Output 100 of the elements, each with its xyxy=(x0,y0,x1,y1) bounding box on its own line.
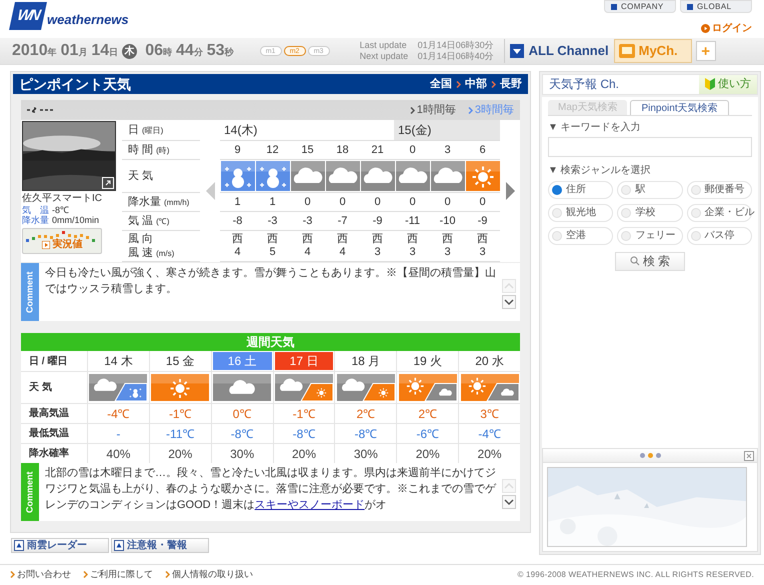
hour-cell-text: 15 xyxy=(300,142,315,158)
right-arrow-icon[interactable] xyxy=(506,182,514,200)
sidebar-title: 天気予報 Ch. xyxy=(549,76,620,94)
reading-label: 降水量 xyxy=(22,215,49,225)
high-cell: 3℃ xyxy=(459,404,520,423)
left-arrow-icon[interactable] xyxy=(206,182,214,200)
all-channel-button[interactable]: ALL Channel xyxy=(504,39,614,63)
temp-cell-text: -8 xyxy=(232,214,244,228)
temp-cell-text: -3 xyxy=(266,214,278,228)
panel-title: ピンポイント天気 xyxy=(19,74,131,94)
wind-direction: 西 xyxy=(372,233,383,246)
row-label: 最低気温 xyxy=(21,424,87,443)
hour-cell-text: 18 xyxy=(335,142,350,158)
row-label: 天 気 xyxy=(128,169,154,183)
wind-speed: 3 xyxy=(444,246,451,259)
pop-cell: 20% xyxy=(459,444,520,463)
low-cell: -6℃ xyxy=(397,424,458,443)
comment-text: 北部の雪は木曜日まで…。段々、雪と冷たい北風は収まります。県内は来週前半にかけてジワジワと気温も上がり、春のような暖かさに。落雪に注意が必要です。※これまでの雪でゲレンデのコンディションはGOOD！週末はスキーやスノーボードがオ xyxy=(44,466,498,513)
pop-cell: 20% xyxy=(397,444,458,463)
breadcrumb-link[interactable]: 中部 xyxy=(465,76,487,92)
genre-radio[interactable]: 学校 xyxy=(617,204,683,222)
footer-link[interactable]: ご利用に際して xyxy=(83,568,153,582)
wind-direction: 西 xyxy=(337,233,348,246)
hour-cell-text: 21 xyxy=(370,142,385,158)
help-link[interactable]: 使い方 xyxy=(699,75,757,94)
row-label: 天 気 xyxy=(21,372,87,403)
wind-direction: 西 xyxy=(407,233,418,246)
day-header: 15 金 xyxy=(164,353,196,370)
update-label: Next update xyxy=(360,51,410,62)
wind-direction: 西 xyxy=(477,233,488,246)
wind-speed: 3 xyxy=(409,246,416,259)
bottom-link[interactable]: 雨雲レーダー xyxy=(11,538,109,553)
expand-icon[interactable] xyxy=(102,177,114,189)
breadcrumb-link[interactable]: 全国 xyxy=(430,76,452,92)
genre-radio[interactable]: 企業・ビル xyxy=(686,204,752,222)
footer-link[interactable]: 個人情報の取り扱い xyxy=(165,568,253,582)
precip-cell-text: 0 xyxy=(478,194,487,210)
wind-speed: 4 xyxy=(339,246,346,259)
pop-cell: 30% xyxy=(335,444,396,463)
search-icon xyxy=(630,256,640,266)
breadcrumb-link[interactable]: 長野 xyxy=(500,76,522,92)
precip-cell-text: 1 xyxy=(268,194,277,210)
chevron-icon xyxy=(491,80,496,88)
weekday-badge: 木 xyxy=(122,44,138,58)
search-button[interactable]: 検 索 xyxy=(615,252,685,271)
genre-radio[interactable]: 住所 xyxy=(548,180,614,199)
low-cell: -11℃ xyxy=(150,424,211,443)
logo-mark: WN xyxy=(9,2,47,30)
keyword-field[interactable] xyxy=(548,136,752,157)
genre-radio[interactable]: 空港 xyxy=(548,226,614,245)
day-header: 19 火 xyxy=(412,353,444,370)
day-header: 14 木 xyxy=(103,353,134,370)
temp-cell-text: -9 xyxy=(372,214,384,228)
row-label: 気 温 (℃) xyxy=(128,214,170,228)
wind-speed: 3 xyxy=(374,246,381,259)
clock-value: 01 xyxy=(60,41,78,61)
hour-cell-text: 3 xyxy=(443,142,452,158)
chevron-icon xyxy=(468,106,473,114)
clock-unit: 秒 xyxy=(224,46,234,59)
wind-direction: 西 xyxy=(302,233,313,246)
chevron-icon xyxy=(83,571,88,578)
row-label: 時 間 (時) xyxy=(128,142,170,158)
precip-cell-text: 0 xyxy=(338,194,347,210)
field-label: ▼ 検索ジャンルを選択 xyxy=(548,164,652,178)
footer-link[interactable]: お問い合わせ xyxy=(10,568,71,582)
play-icon xyxy=(42,240,50,248)
genre-radio[interactable]: バス停 xyxy=(686,226,752,245)
weekly-title: 週間天気 xyxy=(21,333,520,351)
comment-link[interactable]: スキーやスノーボード xyxy=(254,499,365,511)
day-header: 15(金) xyxy=(394,120,500,141)
wind-speed: 4 xyxy=(304,246,311,259)
close-icon[interactable] xyxy=(744,451,754,462)
high-cell: -4℃ xyxy=(88,404,149,423)
low-cell: -8℃ xyxy=(335,424,396,443)
scroll-down-icon[interactable] xyxy=(502,295,516,309)
dropdown-icon xyxy=(510,44,524,58)
top-link[interactable]: GLOBAL xyxy=(680,0,752,13)
wind-speed: 5 xyxy=(269,246,276,259)
genre-radio[interactable]: 郵便番号 xyxy=(686,180,752,199)
genre-radio[interactable]: 観光地 xyxy=(548,204,614,222)
temp-cell-text: -9 xyxy=(476,214,488,228)
clock-unit: 分 xyxy=(194,47,203,59)
scroll-down-icon[interactable] xyxy=(502,495,516,509)
search-tab[interactable]: Pinpoint天気検索 xyxy=(630,100,729,115)
wind-direction: 西 xyxy=(442,233,453,246)
play-icon xyxy=(701,24,710,33)
interval-tab[interactable]: 1時間毎 xyxy=(410,102,456,118)
wind-speed: 4 xyxy=(234,246,241,259)
temp-cell-text: -7 xyxy=(336,214,348,228)
wind-speed: 3 xyxy=(479,246,486,259)
bottom-link[interactable]: 注意報・警報 xyxy=(111,538,209,553)
low-cell: -8℃ xyxy=(274,424,334,443)
genre-radio[interactable]: 駅 xyxy=(617,180,683,199)
update-time: 01月14日06時40分 xyxy=(418,51,494,62)
chevron-icon xyxy=(165,571,170,578)
genre-radio[interactable]: フェリー xyxy=(617,226,683,245)
top-link[interactable]: COMPANY xyxy=(604,0,676,13)
reading-value: 0mm/10min xyxy=(52,215,100,225)
square-icon xyxy=(687,4,693,10)
day-header: 16 土 xyxy=(212,352,272,370)
